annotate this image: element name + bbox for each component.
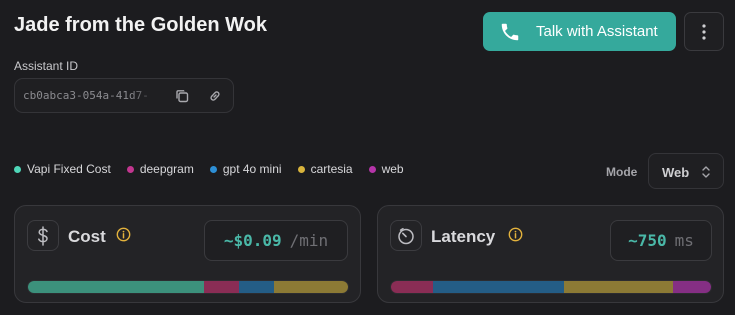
legend-item: gpt 4o mini <box>209 162 282 176</box>
legend-dot <box>126 165 134 173</box>
timer-icon <box>390 220 422 251</box>
bar-segment-deepgram <box>204 281 240 293</box>
legend-dot <box>297 165 305 173</box>
legend-label: gpt 4o mini <box>222 162 282 176</box>
cost-unit: /min <box>289 231 329 250</box>
vertical-dots-icon <box>702 23 706 40</box>
mode-label: Mode <box>606 165 638 179</box>
bar-segment-deepgram <box>391 281 433 293</box>
assistant-id-field: cb0abca3-054a-41d7- <box>14 78 234 113</box>
cost-card: Cost ~$0.09 /min <box>14 205 361 303</box>
legend-item: web <box>368 162 404 176</box>
assistant-id-value: cb0abca3-054a-41d7- <box>23 89 149 102</box>
legend-dot <box>14 165 21 173</box>
bar-segment-web <box>672 281 711 293</box>
copy-link-button[interactable] <box>203 84 227 108</box>
legend-item: cartesia <box>297 162 353 176</box>
legend-dot <box>209 165 217 173</box>
page-title: Jade from the Golden Wok <box>14 14 267 36</box>
copy-icon <box>176 90 189 103</box>
bar-segment-vapi-fixed-cost <box>28 281 204 293</box>
latency-unit: ms <box>674 231 694 250</box>
legend-label: cartesia <box>310 162 353 176</box>
latency-card: Latency ~750 ms <box>377 205 724 303</box>
legend-label: web <box>381 162 404 176</box>
phone-icon <box>501 23 519 41</box>
info-icon[interactable] <box>116 227 131 242</box>
cost-breakdown-bar <box>27 280 349 294</box>
copy-id-button[interactable] <box>170 84 194 108</box>
bar-segment-gpt-4o-mini <box>239 281 275 293</box>
cost-title: Cost <box>68 227 106 246</box>
bar-segment-gpt-4o-mini <box>432 281 564 293</box>
legend-label: Vapi Fixed Cost <box>27 162 111 176</box>
latency-breakdown-bar <box>390 280 712 294</box>
bar-segment-cartesia <box>563 281 673 293</box>
talk-with-assistant-button[interactable]: Talk with Assistant <box>483 12 676 51</box>
legend-label: deepgram <box>139 162 194 176</box>
cost-legend: Vapi Fixed Cost deepgram gpt 4o mini car… <box>14 162 420 176</box>
mode-value: Web <box>662 165 690 180</box>
assistant-id-label: Assistant ID <box>14 59 79 73</box>
mode-select[interactable]: Web <box>648 153 724 189</box>
bar-segment-cartesia <box>274 281 348 293</box>
cost-value: ~$0.09 <box>223 231 282 250</box>
talk-button-label: Talk with Assistant <box>536 23 658 40</box>
latency-value: ~750 <box>628 231 667 250</box>
info-icon[interactable] <box>508 227 523 242</box>
legend-dot <box>368 165 376 173</box>
cost-metric: ~$0.09 /min <box>204 220 348 261</box>
chevron-up-down-icon <box>702 166 710 178</box>
legend-item: deepgram <box>126 162 194 176</box>
latency-title: Latency <box>431 227 496 246</box>
dollar-icon <box>27 220 59 251</box>
more-options-button[interactable] <box>684 12 724 51</box>
link-icon <box>210 91 220 101</box>
legend-item: Vapi Fixed Cost <box>14 162 111 176</box>
latency-metric: ~750 ms <box>610 220 712 261</box>
